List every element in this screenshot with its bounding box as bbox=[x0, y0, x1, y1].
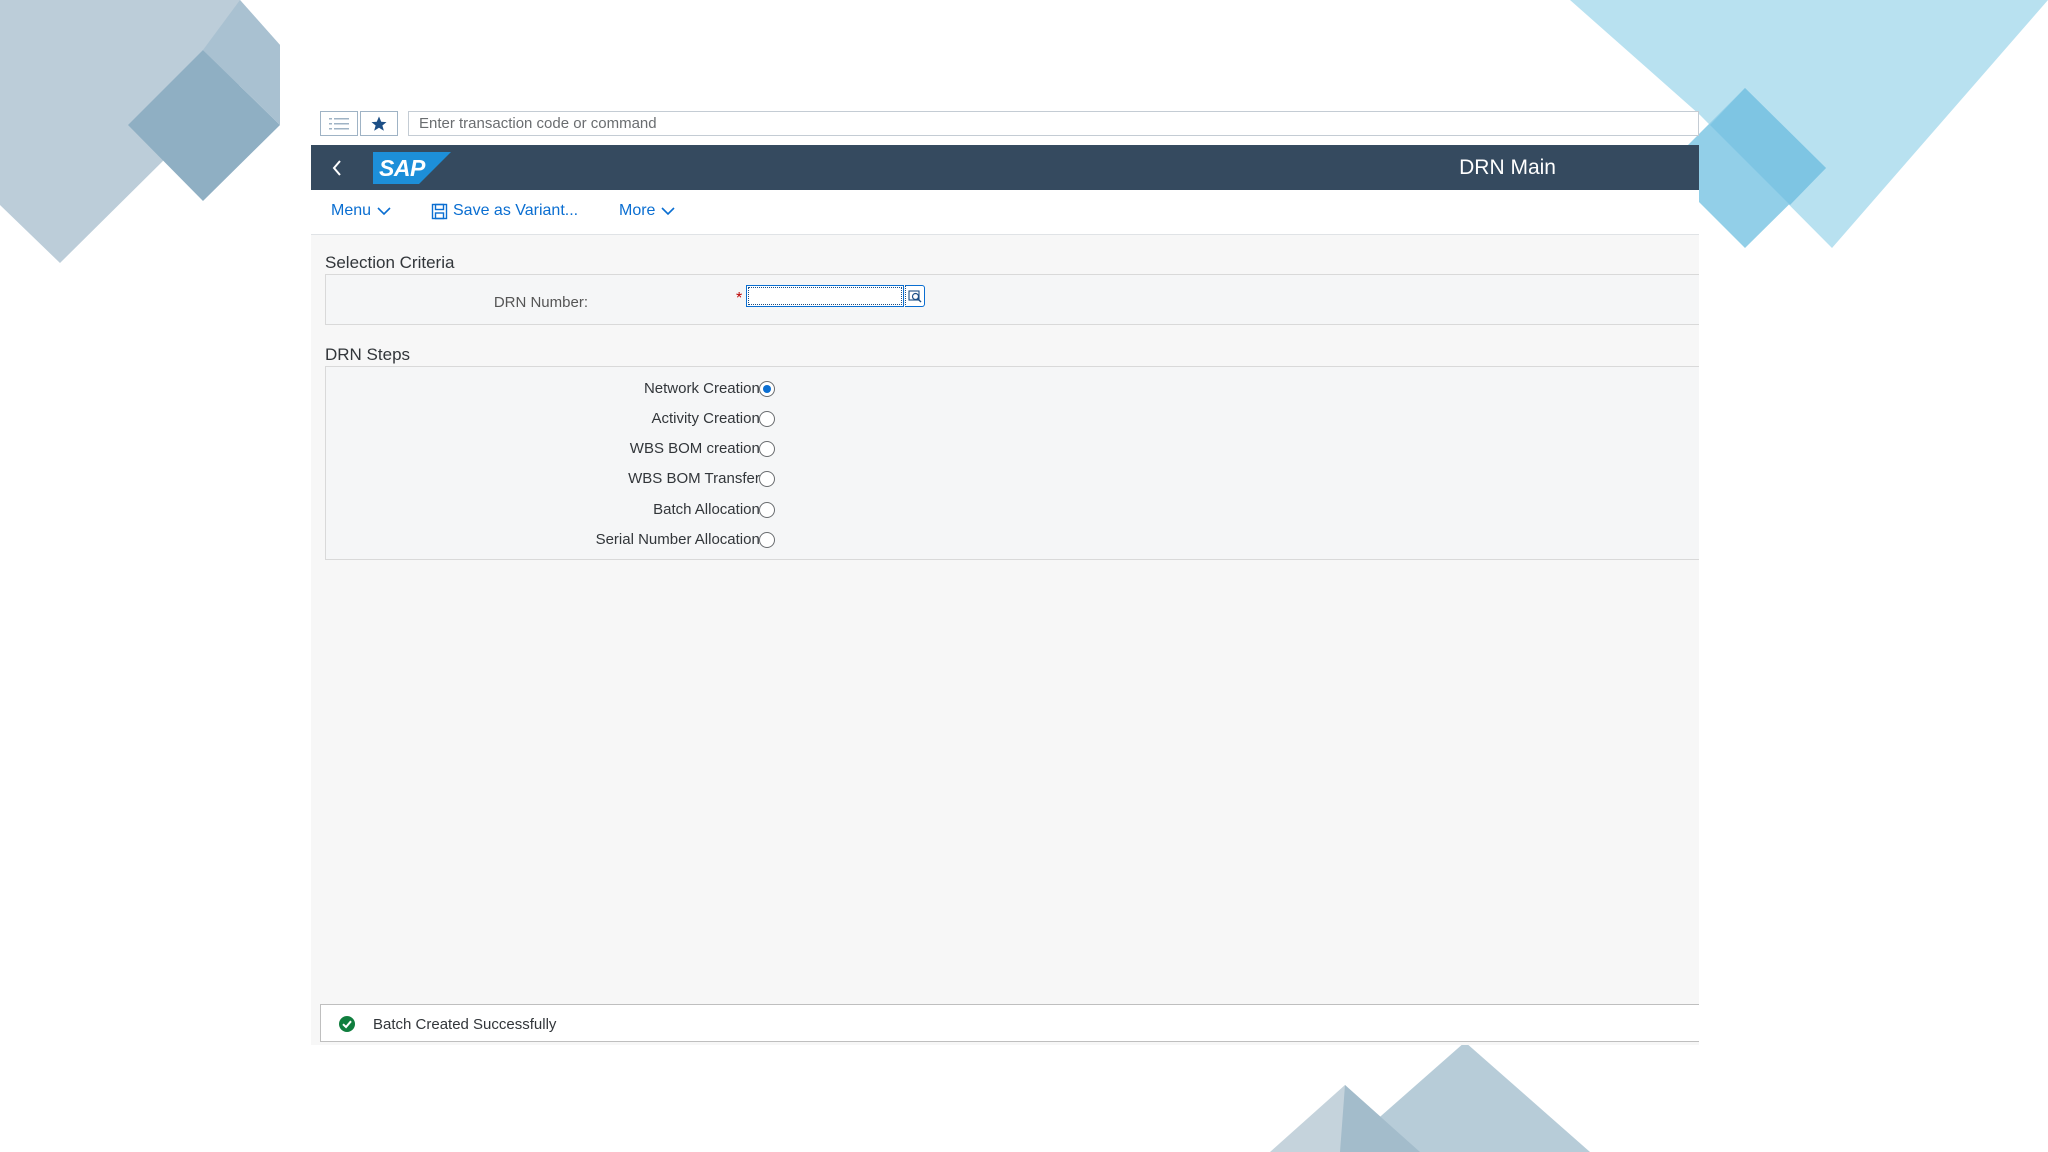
radio-option-batch-allocation[interactable]: Batch Allocation: bbox=[326, 498, 1699, 522]
network-creation-radio[interactable] bbox=[759, 381, 775, 397]
save-as-variant-button[interactable]: Save as Variant... bbox=[431, 202, 578, 220]
drn-steps-title: DRN Steps bbox=[325, 345, 411, 364]
drn-number-label: DRN Number: bbox=[493, 294, 588, 311]
chevron-down-icon bbox=[661, 207, 676, 216]
required-marker: * bbox=[736, 290, 743, 307]
star-icon bbox=[371, 116, 387, 131]
radio-label: Batch Allocation: bbox=[653, 501, 764, 518]
favorites-button[interactable] bbox=[360, 111, 398, 136]
value-help-button[interactable] bbox=[905, 285, 925, 307]
sap-logo-text: SAP bbox=[379, 155, 425, 181]
value-help-icon bbox=[908, 290, 922, 303]
shell-header: SAP DRN Main bbox=[311, 145, 1699, 190]
success-check-icon bbox=[339, 1016, 355, 1032]
activity-creation-radio[interactable] bbox=[759, 411, 775, 427]
radio-option-network-creation[interactable]: Network Creation: bbox=[326, 377, 1699, 401]
selection-criteria-title: Selection Criteria bbox=[325, 253, 455, 272]
menu-button[interactable]: Menu bbox=[331, 202, 392, 220]
radio-label: Network Creation: bbox=[643, 380, 764, 397]
status-bar[interactable]: Batch Created Successfully bbox=[320, 1004, 1699, 1042]
application-area: Menu Save as Variant... More Selection C… bbox=[311, 190, 1699, 1045]
drn-number-input[interactable] bbox=[746, 285, 904, 307]
status-message: Batch Created Successfully bbox=[373, 1016, 557, 1033]
save-icon bbox=[431, 203, 448, 219]
radio-label: WBS BOM Transfer: bbox=[628, 470, 764, 487]
selection-criteria-panel: DRN Number: * bbox=[325, 274, 1699, 325]
radio-option-wbs-bom-transfer[interactable]: WBS BOM Transfer: bbox=[326, 467, 1699, 491]
radio-label: Activity Creation: bbox=[651, 410, 764, 427]
menu-list-button[interactable] bbox=[320, 111, 358, 136]
back-button[interactable] bbox=[331, 157, 351, 179]
serial-number-allocation-radio[interactable] bbox=[759, 532, 775, 548]
sap-logo[interactable]: SAP bbox=[373, 152, 451, 184]
command-bar bbox=[320, 111, 1699, 138]
batch-allocation-radio[interactable] bbox=[759, 502, 775, 518]
menu-button-label: Menu bbox=[331, 202, 372, 219]
list-icon bbox=[329, 117, 349, 129]
background-decoration-left bbox=[0, 0, 280, 263]
radio-label: Serial Number Allocation: bbox=[595, 531, 764, 548]
radio-option-activity-creation[interactable]: Activity Creation: bbox=[326, 407, 1699, 431]
wbs-bom-creation-radio[interactable] bbox=[759, 441, 775, 457]
back-chevron-icon bbox=[332, 160, 341, 176]
app-title: DRN Main bbox=[1459, 156, 1556, 179]
more-button[interactable]: More bbox=[619, 202, 676, 220]
toolbar: Menu Save as Variant... More bbox=[311, 190, 1699, 235]
wbs-bom-transfer-radio[interactable] bbox=[759, 471, 775, 487]
drn-steps-panel: Network Creation: Activity Creation: WBS… bbox=[325, 366, 1699, 560]
more-button-label: More bbox=[619, 202, 656, 219]
background-decoration-bottom bbox=[1270, 1042, 1590, 1152]
radio-option-wbs-bom-creation[interactable]: WBS BOM creation: bbox=[326, 437, 1699, 461]
radio-option-serial-number-allocation[interactable]: Serial Number Allocation: bbox=[326, 528, 1699, 552]
chevron-down-icon bbox=[377, 207, 391, 216]
radio-label: WBS BOM creation: bbox=[629, 440, 764, 457]
save-as-variant-label: Save as Variant... bbox=[453, 202, 579, 219]
command-input[interactable] bbox=[408, 111, 1699, 136]
